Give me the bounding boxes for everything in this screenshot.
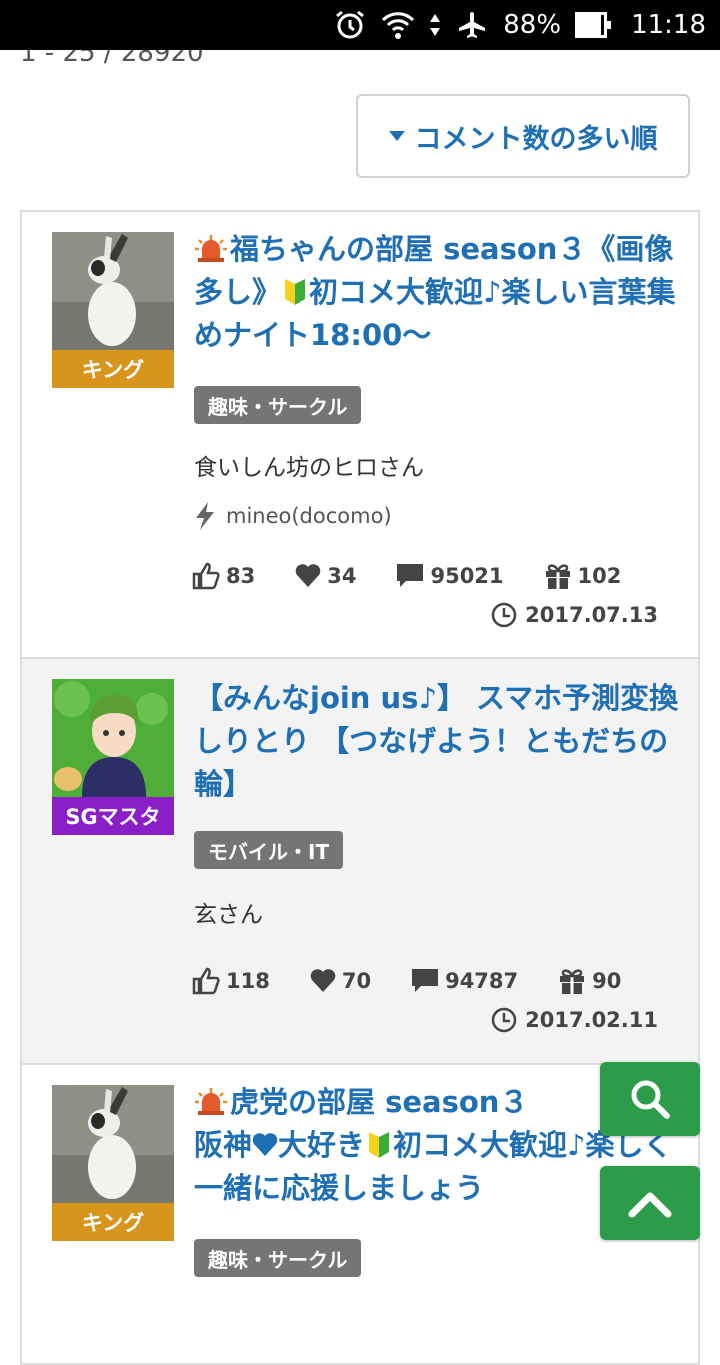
like-stat: 83 (192, 562, 255, 590)
search-icon (631, 1080, 670, 1119)
clock-icon (491, 602, 517, 628)
room-list: キング 福ちゃんの部屋 season３《画像多し》 初コメ大歓迎♪楽しい言葉集めナ… (20, 210, 700, 1365)
avatar[interactable]: キング (52, 1085, 174, 1241)
beginner-mark-icon (285, 279, 306, 305)
room-title-text: 虎党の部屋 season３ (230, 1085, 529, 1119)
category-tag[interactable]: 趣味・サークル (194, 386, 362, 424)
heart-stat: 34 (295, 564, 356, 588)
data-arrows-icon (429, 8, 441, 42)
battery-percent: 88% (503, 10, 562, 40)
date-text: 2017.02.11 (525, 1008, 658, 1032)
heart-icon (295, 564, 321, 587)
like-count: 118 (226, 969, 270, 993)
beginner-mark-icon (369, 1132, 390, 1158)
room-title[interactable]: 福ちゃんの部屋 season３《画像多し》 初コメ大歓迎♪楽しい言葉集めナイト18… (194, 228, 684, 357)
rabbit-avatar-image (52, 232, 174, 350)
like-stat: 118 (192, 967, 270, 995)
comment-stat: 94787 (411, 968, 518, 994)
wifi-icon (381, 8, 415, 42)
room-date: 2017.02.11 (491, 1007, 658, 1033)
rabbit-avatar-image (52, 1085, 174, 1203)
author-name[interactable]: 玄さん (194, 895, 263, 929)
lightning-icon (196, 502, 214, 530)
date-text: 2017.07.13 (525, 603, 658, 627)
like-count: 83 (226, 564, 256, 588)
category-tag[interactable]: 趣味・サークル (194, 1239, 362, 1277)
gift-count: 102 (577, 564, 622, 588)
airplane-icon (455, 8, 489, 42)
avatar[interactable]: キング (52, 232, 174, 388)
sort-button[interactable]: コメント数の多い順 (356, 94, 690, 178)
battery-icon (575, 12, 612, 38)
author-name[interactable]: 食いしん坊のヒロさん (194, 448, 424, 482)
gift-icon (560, 969, 585, 994)
gift-count: 90 (592, 969, 622, 993)
room-title[interactable]: 【みんなjoin us♪】 スマホ予測変換しりとり 【つなげよう！ともだちの輪】 (194, 677, 684, 806)
comment-icon (412, 969, 439, 992)
clock-icon (491, 1007, 517, 1033)
rank-badge: キング (52, 1203, 174, 1241)
comment-stat: 95021 (396, 563, 504, 589)
heart-icon (252, 1133, 278, 1156)
gift-icon (545, 564, 570, 589)
category-tag[interactable]: モバイル・IT (194, 831, 344, 869)
room-stats: 118 70 94787 90 (192, 967, 661, 995)
thumbs-up-icon (192, 967, 220, 995)
caret-down-icon (388, 131, 405, 141)
list-item[interactable]: キング 福ちゃんの部屋 season３《画像多し》 初コメ大歓迎♪楽しい言葉集めナ… (22, 212, 698, 659)
rank-badge: SGマスタ (52, 797, 174, 835)
list-item[interactable]: SGマスタ 【みんなjoin us♪】 スマホ予測変換しりとり 【つなげよう！と… (22, 659, 698, 1065)
heart-stat: 70 (310, 969, 371, 993)
room-date: 2017.07.13 (491, 602, 658, 628)
chevron-up-icon (628, 1192, 672, 1218)
status-bar: 88% 11:18 (0, 0, 720, 50)
avatar[interactable]: SGマスタ (52, 679, 174, 835)
heart-icon (310, 969, 336, 992)
clock: 11:18 (631, 10, 706, 40)
carrier-label: mineo(docomo) (226, 504, 392, 528)
comment-count: 94787 (445, 969, 519, 993)
room-title-part: 大好き (278, 1128, 366, 1162)
list-item[interactable]: キング 虎党の部屋 season３ 阪神 大好き 初コメ大歓迎♪楽しく一緒に応援しまし… (22, 1065, 698, 1365)
heart-count: 34 (327, 564, 357, 588)
comment-count: 95021 (430, 564, 504, 588)
rank-badge: キング (52, 350, 174, 388)
room-stats: 83 34 95021 102 (192, 562, 661, 590)
thumbs-up-icon (192, 562, 220, 590)
search-button[interactable] (600, 1062, 700, 1136)
scroll-top-button[interactable] (600, 1166, 700, 1240)
comment-icon (397, 564, 424, 587)
heart-count: 70 (341, 969, 372, 993)
character-avatar-image (52, 679, 174, 797)
alarm-icon (333, 8, 367, 42)
gift-stat: 90 (558, 967, 621, 995)
battery-level (578, 15, 601, 35)
siren-icon (195, 235, 227, 262)
gift-stat: 102 (544, 562, 622, 590)
sort-button-label: コメント数の多い順 (414, 123, 658, 155)
room-title-part: 阪神 (194, 1128, 253, 1162)
siren-icon (195, 1088, 227, 1115)
carrier-info: mineo(docomo) (194, 502, 392, 530)
